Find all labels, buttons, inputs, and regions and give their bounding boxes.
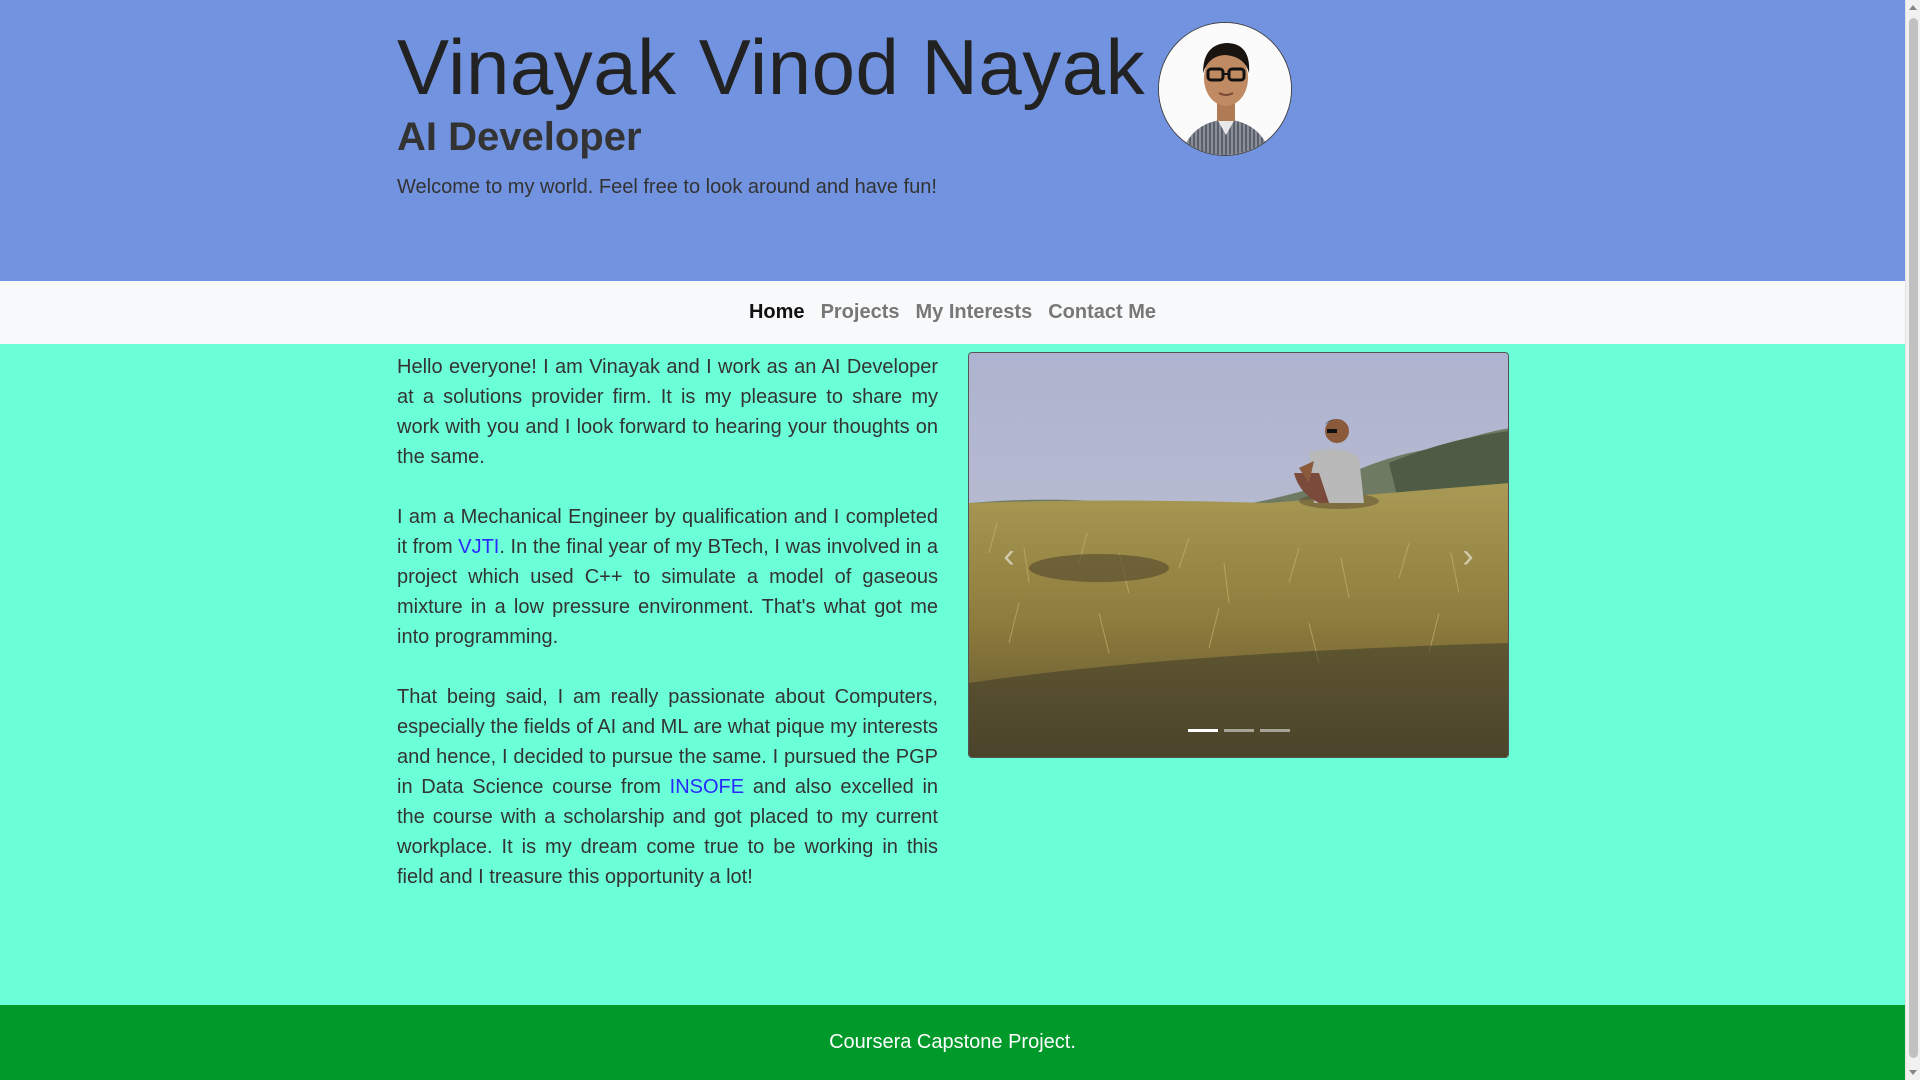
photo-carousel: ‹ › <box>968 352 1509 758</box>
nav-my-interests[interactable]: My Interests <box>908 301 1041 324</box>
carousel-prev-icon[interactable]: ‹ <box>994 538 1024 574</box>
vertical-scrollbar[interactable] <box>1905 0 1920 1080</box>
nav-contact-me[interactable]: Contact Me <box>1040 301 1164 324</box>
carousel-indicator-3[interactable] <box>1259 729 1290 732</box>
carousel-next-icon[interactable]: › <box>1453 538 1483 574</box>
carousel-slide-image <box>969 353 1508 757</box>
scroll-down-icon[interactable] <box>1909 1070 1917 1075</box>
page: Vinayak Vinod Nayak AI Developer Welcome… <box>0 0 1905 1080</box>
profile-photo <box>1159 23 1291 155</box>
vjti-link[interactable]: VJTI <box>458 536 499 558</box>
about-paragraph-1: Hello everyone! I am Vinayak and I work … <box>397 356 938 468</box>
about-paragraph-2: I am a Mechanical Engineer by qualificat… <box>397 502 938 652</box>
site-header: Vinayak Vinod Nayak AI Developer Welcome… <box>0 0 1905 281</box>
footer-text: Coursera Capstone Project. <box>829 1031 1076 1053</box>
site-footer: Coursera Capstone Project. <box>0 1005 1905 1080</box>
page-title: Vinayak Vinod Nayak <box>397 23 1146 111</box>
scroll-up-icon[interactable] <box>1909 5 1917 10</box>
main-nav: Home Projects My Interests Contact Me <box>0 281 1905 344</box>
job-title: AI Developer <box>397 115 642 159</box>
scrollbar-thumb[interactable] <box>1909 18 1918 1058</box>
avatar <box>1158 22 1292 156</box>
carousel-indicator-1[interactable] <box>1187 729 1218 732</box>
nav-home[interactable]: Home <box>741 301 813 324</box>
about-paragraph-3: That being said, I am really passionate … <box>397 682 938 892</box>
carousel-indicator-2[interactable] <box>1223 729 1254 732</box>
insofe-link[interactable]: INSOFE <box>670 776 744 798</box>
carousel-indicators <box>969 729 1508 732</box>
nav-projects[interactable]: Projects <box>813 301 908 324</box>
welcome-text: Welcome to my world. Feel free to look a… <box>397 176 937 198</box>
about-section: Hello everyone! I am Vinayak and I work … <box>397 352 938 922</box>
